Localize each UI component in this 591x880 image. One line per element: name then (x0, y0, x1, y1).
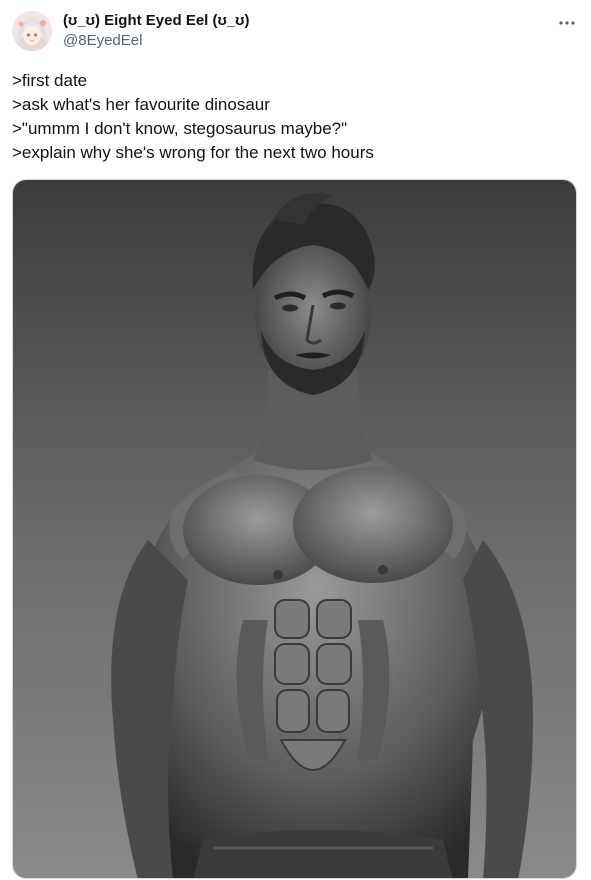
tweet-header: (ʊ_ʊ) Eight Eyed Eel (ʊ_ʊ) @8EyedEel (12, 11, 579, 55)
tweet: (ʊ_ʊ) Eight Eyed Eel (ʊ_ʊ) @8EyedEel >fi… (0, 0, 591, 880)
more-button[interactable] (555, 11, 579, 35)
avatar[interactable] (12, 11, 52, 51)
display-name[interactable]: (ʊ_ʊ) Eight Eyed Eel (ʊ_ʊ) (63, 11, 249, 31)
author-names: (ʊ_ʊ) Eight Eyed Eel (ʊ_ʊ) @8EyedEel (63, 11, 249, 51)
more-horizontal-icon (559, 21, 575, 25)
tweet-line: >explain why she's wrong for the next tw… (12, 143, 374, 162)
anime-girl-avatar-icon (12, 11, 52, 51)
tweet-line: >first date (12, 71, 88, 90)
tweet-line: >ask what's her favourite dinosaur (12, 95, 270, 114)
tweet-text: >first date >ask what's her favourite di… (12, 69, 572, 165)
muscular-man-photo (13, 180, 576, 878)
tweet-photo[interactable] (12, 179, 577, 879)
tweet-line: >"ummm I don't know, stegosaurus maybe?" (12, 119, 348, 138)
handle[interactable]: @8EyedEel (63, 31, 249, 51)
